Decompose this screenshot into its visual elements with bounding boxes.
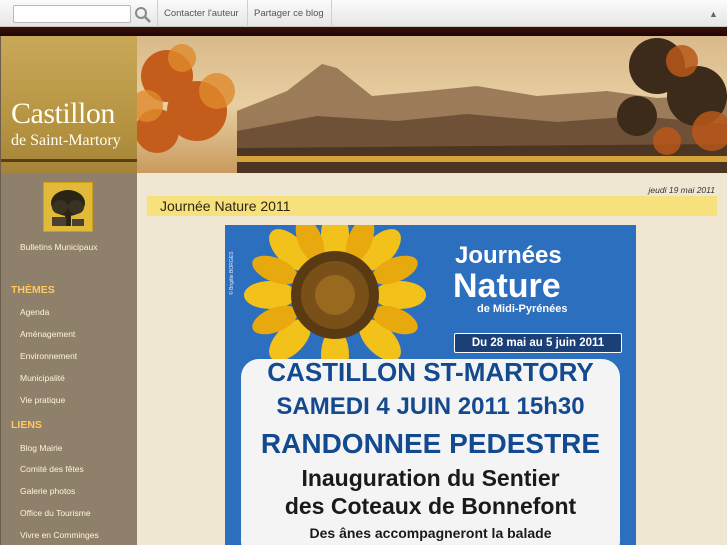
poster-line-2: SAMEDI 4 JUIN 2011 15h30 [276, 393, 585, 420]
nav-item-galerie-photos[interactable]: Galerie photos [20, 486, 75, 496]
share-blog-link[interactable]: Partager ce blog [254, 8, 324, 19]
brand-divider [1, 159, 138, 162]
toolbar-divider [157, 0, 158, 27]
event-poster-image[interactable]: © Brigitte BORGES Journées Nature de Mid… [225, 225, 636, 545]
nav-item-amenagement[interactable]: Aménagement [20, 329, 75, 339]
site-subtitle: de Saint-Martory [11, 132, 121, 149]
journees-nature-logo: Journées Nature de Midi-Pyrénées [453, 242, 568, 316]
tree-icon [44, 183, 92, 231]
header-dark-band [0, 27, 727, 36]
toolbar-divider [331, 0, 332, 27]
liens-heading: LIENS [11, 419, 42, 431]
site-title: Castillon [11, 97, 115, 130]
nav-item-vivre-comminges[interactable]: Vivre en Comminges [20, 530, 99, 540]
sidebar: Castillon de Saint-Martory Bulletins Mun… [0, 36, 138, 545]
bulletins-link[interactable]: Bulletins Municipaux [20, 242, 97, 252]
poster-line-6: Des ânes accompagneront la balade [309, 525, 552, 541]
nav-item-blog-mairie[interactable]: Blog Mairie [20, 443, 63, 453]
poster-line-1: CASTILLON ST-MARTORY [267, 357, 594, 387]
search-button[interactable] [131, 4, 155, 24]
post-area: jeudi 19 mai 2011 Journée Nature 2011 © … [137, 173, 727, 545]
header-banner-image [137, 36, 727, 173]
caret-up-icon[interactable]: ▲ [709, 9, 718, 19]
nav-item-agenda[interactable]: Agenda [20, 307, 49, 317]
nav-item-comite-fetes[interactable]: Comité des fêtes [20, 464, 84, 474]
nav-item-office-tourisme[interactable]: Office du Tourisme [20, 508, 91, 518]
site-brand[interactable]: Castillon de Saint-Martory [1, 36, 138, 173]
logo-line-2: Nature [453, 267, 561, 305]
poster-line-3: RANDONNEE PEDESTRE [260, 428, 601, 459]
photo-credit: © Brigitte BORGES [229, 251, 235, 295]
nav-item-vie-pratique[interactable]: Vie pratique [20, 395, 65, 405]
poster-line-5: des Coteaux de Bonnefont [284, 493, 577, 519]
top-toolbar: Contacter l'auteur Partager ce blog ▲ [0, 0, 727, 27]
themes-heading: THÈMES [11, 284, 55, 296]
nav-item-municipalite[interactable]: Municipalité [20, 373, 65, 383]
search-icon [135, 7, 151, 23]
search-input[interactable] [13, 5, 131, 23]
poster-line-4: Inauguration du Sentier [301, 465, 560, 491]
logo-line-1: Journées [455, 242, 562, 269]
nav-item-environnement[interactable]: Environnement [20, 351, 77, 361]
logo-line-3: de Midi-Pyrénées [477, 303, 568, 315]
toolbar-divider [247, 0, 248, 27]
event-dates-badge: Du 28 mai au 5 juin 2011 [454, 333, 622, 353]
post-date: jeudi 19 mai 2011 [648, 185, 715, 195]
contact-author-link[interactable]: Contacter l'auteur [164, 8, 239, 19]
post-title[interactable]: Journée Nature 2011 [160, 198, 291, 214]
bulletin-thumbnail[interactable] [43, 182, 93, 232]
